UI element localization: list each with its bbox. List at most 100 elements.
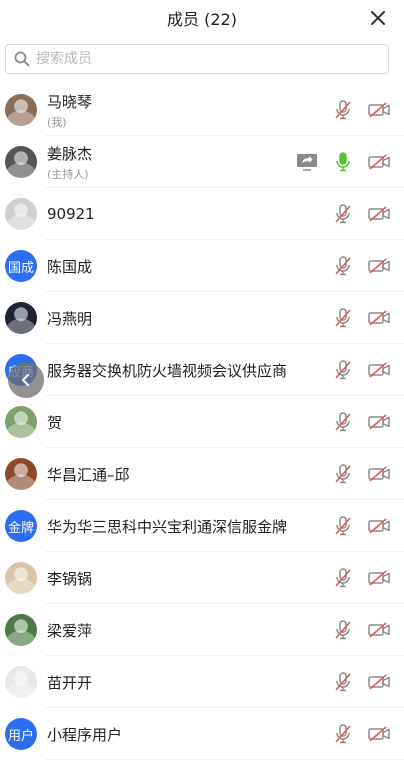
search-input[interactable] bbox=[34, 50, 388, 68]
member-name-block: 华为华三思科中兴宝利通深信服金牌 bbox=[47, 516, 318, 537]
avatar-initials: 用户 bbox=[7, 728, 34, 744]
member-name-block: 贺 bbox=[47, 412, 318, 433]
member-row[interactable]: 冯燕明 bbox=[0, 292, 404, 344]
camera-off-icon[interactable] bbox=[368, 411, 390, 433]
microphone-muted-icon[interactable] bbox=[332, 723, 354, 745]
member-name: 梁爱萍 bbox=[47, 621, 93, 640]
member-name-block: 陈国成 bbox=[47, 256, 318, 277]
camera-off-icon[interactable] bbox=[368, 619, 390, 641]
avatar bbox=[5, 146, 37, 178]
chevron-left-icon bbox=[22, 374, 29, 386]
close-icon[interactable] bbox=[368, 8, 388, 28]
member-row[interactable]: 应商服务器交换机防火墙视频会议供应商 bbox=[0, 344, 404, 396]
camera-off-icon[interactable] bbox=[368, 359, 390, 381]
member-row[interactable]: 金牌 华为华三思科中兴宝利通深信服金牌 bbox=[0, 500, 404, 552]
member-name: 华为华三思科中兴宝利通深信服金牌 bbox=[47, 517, 288, 536]
page-title: 成员 (22) bbox=[167, 10, 237, 29]
member-row[interactable]: 华昌汇通–邱 bbox=[0, 448, 404, 500]
avatar: 国成 bbox=[5, 250, 37, 282]
member-controls bbox=[318, 307, 390, 329]
microphone-muted-icon[interactable] bbox=[332, 567, 354, 589]
camera-off-icon[interactable] bbox=[368, 203, 390, 225]
member-row[interactable]: 马晓琴 (我) bbox=[0, 84, 404, 136]
member-name-block: 小程序用户 bbox=[47, 724, 318, 745]
camera-off-icon[interactable] bbox=[368, 255, 390, 277]
member-row[interactable]: 李锅锅 bbox=[0, 552, 404, 604]
member-name: 苗开开 bbox=[47, 673, 93, 692]
member-name: 冯燕明 bbox=[47, 309, 93, 328]
microphone-muted-icon[interactable] bbox=[332, 671, 354, 693]
avatar bbox=[5, 198, 37, 230]
member-controls bbox=[318, 619, 390, 641]
member-name: 李锅锅 bbox=[47, 569, 93, 588]
member-name-block: 服务器交换机防火墙视频会议供应商 bbox=[47, 360, 318, 381]
member-controls bbox=[318, 411, 390, 433]
member-name-block: 李锅锅 bbox=[47, 568, 318, 589]
avatar-initials: 金牌 bbox=[7, 520, 34, 536]
member-row[interactable]: 国成 陈国成 bbox=[0, 240, 404, 292]
member-name: 华昌汇通–邱 bbox=[47, 465, 130, 484]
member-controls bbox=[282, 151, 390, 173]
member-name: 小程序用户 bbox=[47, 725, 123, 744]
microphone-icon[interactable] bbox=[332, 151, 354, 173]
member-name: 90921 bbox=[47, 205, 95, 223]
avatar bbox=[5, 614, 37, 646]
member-name: 陈国成 bbox=[47, 257, 93, 276]
member-row[interactable]: 苗开开 bbox=[0, 656, 404, 708]
camera-off-icon[interactable] bbox=[368, 99, 390, 121]
member-list: 马晓琴 (我) 姜脉杰 (主持人) 90921 国成陈国成冯燕明应商服务器交换机防火墙视频… bbox=[0, 84, 404, 760]
screen-share-icon[interactable] bbox=[296, 151, 318, 173]
member-controls bbox=[318, 671, 390, 693]
camera-off-icon[interactable] bbox=[368, 671, 390, 693]
microphone-muted-icon[interactable] bbox=[332, 255, 354, 277]
avatar bbox=[5, 94, 37, 126]
member-controls bbox=[318, 515, 390, 537]
avatar-initials: 国成 bbox=[7, 260, 34, 276]
microphone-muted-icon[interactable] bbox=[332, 359, 354, 381]
avatar: 金牌 bbox=[5, 510, 37, 542]
member-row[interactable]: 梁爱萍 bbox=[0, 604, 404, 656]
member-name: 马晓琴 bbox=[47, 92, 93, 111]
microphone-muted-icon[interactable] bbox=[332, 515, 354, 537]
member-name-block: 华昌汇通–邱 bbox=[47, 464, 318, 485]
avatar bbox=[5, 406, 37, 438]
member-controls bbox=[318, 723, 390, 745]
back-float-button[interactable] bbox=[8, 362, 44, 398]
member-name-block: 马晓琴 (我) bbox=[47, 91, 318, 130]
camera-off-icon[interactable] bbox=[368, 723, 390, 745]
avatar bbox=[5, 302, 37, 334]
camera-off-icon[interactable] bbox=[368, 463, 390, 485]
microphone-muted-icon[interactable] bbox=[332, 203, 354, 225]
member-name-block: 90921 bbox=[47, 205, 318, 223]
member-controls bbox=[318, 463, 390, 485]
search-icon bbox=[14, 51, 30, 67]
member-name-block: 苗开开 bbox=[47, 672, 318, 693]
member-row[interactable]: 贺 bbox=[0, 396, 404, 448]
microphone-muted-icon[interactable] bbox=[332, 307, 354, 329]
member-row[interactable]: 用户 小程序用户 bbox=[0, 708, 404, 760]
member-role: (主持人) bbox=[47, 167, 89, 181]
member-controls bbox=[318, 99, 390, 121]
microphone-muted-icon[interactable] bbox=[332, 619, 354, 641]
member-controls bbox=[318, 567, 390, 589]
avatar bbox=[5, 666, 37, 698]
member-name: 服务器交换机防火墙视频会议供应商 bbox=[47, 361, 288, 380]
member-name-block: 梁爱萍 bbox=[47, 620, 318, 641]
member-role: (我) bbox=[47, 115, 67, 129]
microphone-muted-icon[interactable] bbox=[332, 411, 354, 433]
search-bar[interactable] bbox=[5, 44, 389, 74]
camera-off-icon[interactable] bbox=[368, 307, 390, 329]
member-row[interactable]: 90921 bbox=[0, 188, 404, 240]
avatar bbox=[5, 458, 37, 490]
camera-off-icon[interactable] bbox=[368, 567, 390, 589]
member-name-block: 冯燕明 bbox=[47, 308, 318, 329]
member-name-block: 姜脉杰 (主持人) bbox=[47, 143, 282, 182]
member-controls bbox=[318, 359, 390, 381]
header-bar: 成员 (22) bbox=[0, 0, 404, 36]
microphone-muted-icon[interactable] bbox=[332, 99, 354, 121]
member-name: 姜脉杰 bbox=[47, 144, 93, 163]
member-row[interactable]: 姜脉杰 (主持人) bbox=[0, 136, 404, 188]
camera-off-icon[interactable] bbox=[368, 515, 390, 537]
camera-off-icon[interactable] bbox=[368, 151, 390, 173]
microphone-muted-icon[interactable] bbox=[332, 463, 354, 485]
